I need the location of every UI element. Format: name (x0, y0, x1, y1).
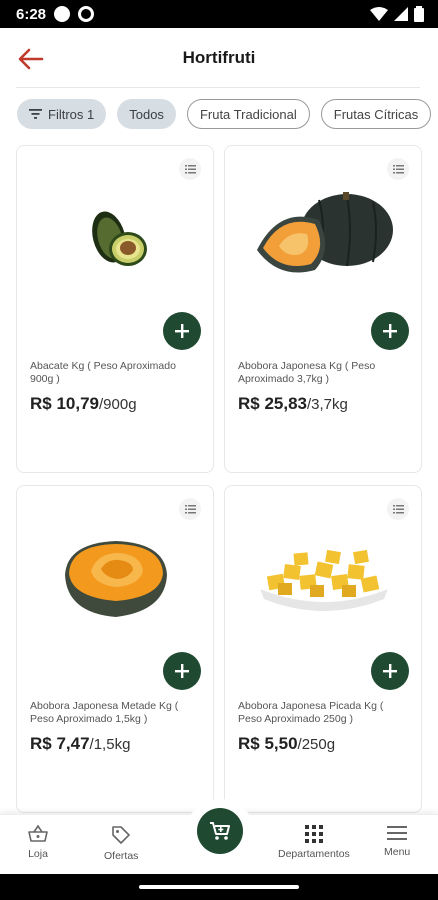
product-price: R$ 7,47/1,5kg (30, 734, 130, 754)
nav-departamentos-label: Departamentos (278, 848, 350, 860)
product-card[interactable]: Abobora Japonesa Metade Kg ( Peso Aproxi… (16, 485, 214, 813)
plus-icon (175, 324, 189, 338)
plus-icon (383, 664, 397, 678)
chip-todos[interactable]: Todos (117, 99, 176, 129)
nav-loja[interactable]: Loja (27, 825, 49, 860)
page-title: Hortifruti (182, 48, 256, 67)
pumpkin-diced-image (245, 520, 403, 640)
filters-chip-label: Filtros 1 (48, 106, 95, 122)
product-price: R$ 25,83/3,7kg (238, 394, 348, 414)
system-nav-bar (0, 874, 438, 900)
nav-departamentos[interactable]: Departamentos (278, 825, 350, 860)
chip-fruta-tradicional-label: Fruta Tradicional (199, 106, 297, 122)
pumpkin-whole-image (245, 180, 403, 300)
chip-fruta-tradicional[interactable]: Fruta Tradicional (186, 99, 310, 129)
pumpkin-half-image (37, 520, 195, 640)
chip-frutas-citricas[interactable]: Frutas Cítricas (320, 99, 432, 129)
vpn-icon (78, 6, 95, 22)
tag-icon (112, 826, 131, 844)
add-to-cart-button[interactable] (163, 312, 201, 350)
product-name: Abacate Kg ( Peso Aproximado 900g ) (30, 360, 176, 385)
chip-todos-label: Todos (129, 106, 164, 122)
product-name: Abobora Japonesa Picada Kg ( Peso Aproxi… (238, 700, 384, 725)
status-time: 6:28 (16, 5, 47, 23)
bottom-nav: Loja Ofertas Departamentos Menu (0, 799, 438, 874)
wifi-icon (370, 7, 388, 21)
list-icon[interactable] (179, 498, 201, 520)
price-unit: /1,5kg (89, 736, 131, 753)
price-unit: /3,7kg (307, 396, 348, 413)
price-value: R$ 25,83 (238, 394, 307, 413)
avocado-image (37, 180, 195, 300)
nav-ofertas[interactable]: Ofertas (104, 825, 138, 862)
list-icon[interactable] (179, 158, 201, 180)
plus-icon (383, 324, 397, 338)
nav-menu[interactable]: Menu (384, 825, 410, 858)
chip-frutas-citricas-label: Frutas Cítricas (333, 106, 419, 122)
nav-menu-label: Menu (384, 846, 411, 858)
status-bar: 6:28 (0, 0, 438, 28)
price-value: R$ 5,50 (238, 734, 298, 753)
price-value: R$ 10,79 (30, 394, 99, 413)
signal-icon (394, 7, 408, 21)
add-to-cart-button[interactable] (371, 312, 409, 350)
add-to-cart-button[interactable] (371, 652, 409, 690)
app-header: Hortifruti (0, 28, 438, 88)
product-price: R$ 10,79/900g (30, 394, 137, 414)
notification-dot-icon (54, 6, 71, 22)
back-arrow-icon[interactable] (16, 46, 44, 72)
battery-icon (414, 6, 424, 22)
product-name: Abobora Japonesa Metade Kg ( Peso Aproxi… (30, 700, 179, 725)
filters-chip[interactable]: Filtros 1 (17, 99, 107, 129)
product-card[interactable]: Abobora Japonesa Kg ( Peso Aproximado 3,… (224, 145, 422, 473)
price-value: R$ 7,47 (30, 734, 90, 753)
product-card[interactable]: Abacate Kg ( Peso Aproximado 900g ) R$ 1… (16, 145, 214, 473)
nav-loja-label: Loja (28, 848, 48, 860)
header-divider (16, 87, 420, 88)
price-unit: /900g (99, 396, 137, 413)
list-icon[interactable] (387, 498, 409, 520)
list-icon[interactable] (387, 158, 409, 180)
home-gesture-handle[interactable] (139, 885, 299, 889)
filter-chips: Filtros 1 Todos Fruta Tradicional Frutas… (17, 99, 432, 129)
cart-icon (210, 822, 230, 840)
basket-icon (28, 825, 48, 842)
product-card[interactable]: Abobora Japonesa Picada Kg ( Peso Aproxi… (224, 485, 422, 813)
plus-icon (175, 664, 189, 678)
hamburger-menu-icon (387, 826, 408, 840)
add-to-cart-button[interactable] (163, 652, 201, 690)
product-name: Abobora Japonesa Kg ( Peso Aproximado 3,… (238, 360, 376, 385)
product-price: R$ 5,50/250g (238, 734, 335, 754)
nav-ofertas-label: Ofertas (104, 850, 139, 862)
grid-icon (304, 825, 323, 843)
filter-icon (29, 109, 42, 119)
cart-button[interactable] (197, 808, 243, 854)
price-unit: /250g (297, 736, 336, 753)
